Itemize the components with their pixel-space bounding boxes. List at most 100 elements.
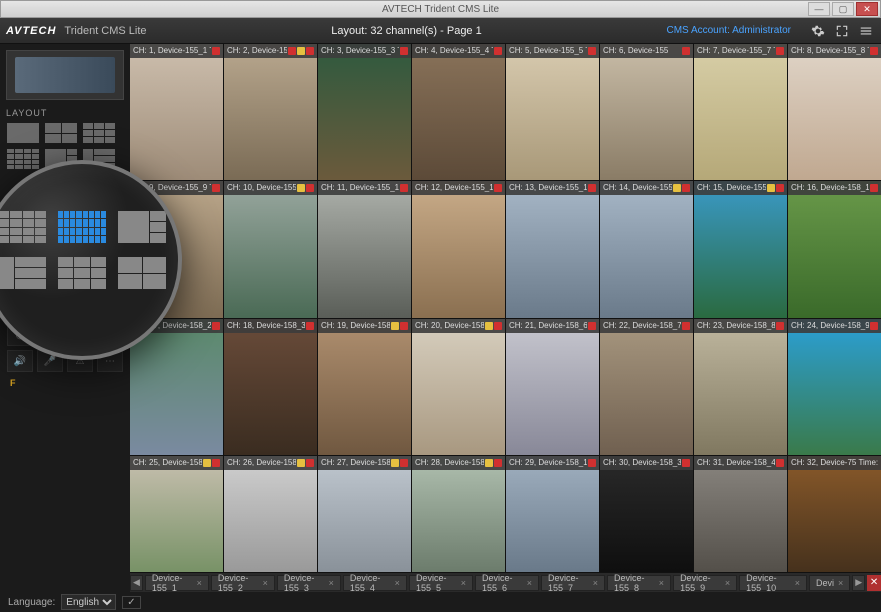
mag-layout-1plus5b[interactable] bbox=[0, 256, 47, 290]
camera-feed bbox=[318, 44, 411, 180]
device-tab[interactable]: Device-155_6 × bbox=[475, 575, 539, 591]
device-tab-label: Device-155_6 bbox=[482, 573, 523, 593]
camera-cell[interactable]: CH: 21, Device-158_6 Ti bbox=[506, 319, 599, 455]
window-titlebar: AVTECH Trident CMS Lite — ▢ ✕ bbox=[0, 0, 881, 18]
camera-cell[interactable]: CH: 13, Device-155_13 bbox=[506, 181, 599, 317]
camera-cell[interactable]: CH: 10, Device-155 bbox=[224, 181, 317, 317]
device-tab[interactable]: Device-155_9× bbox=[673, 575, 737, 591]
device-tab[interactable]: Device-155_2× bbox=[211, 575, 275, 591]
close-icon[interactable]: × bbox=[659, 578, 664, 588]
window-minimize-button[interactable]: — bbox=[808, 2, 830, 16]
camera-label: CH: 7, Device-155_7 Ti bbox=[694, 44, 787, 58]
device-tab[interactable]: Device-155_8× bbox=[607, 575, 671, 591]
camera-cell[interactable]: CH: 24, Device-158_9 Ti bbox=[788, 319, 881, 455]
close-icon[interactable]: × bbox=[395, 578, 400, 588]
record-indicator-icon bbox=[682, 459, 690, 467]
camera-label-text: CH: 31, Device-158_4 Ti bbox=[697, 456, 775, 470]
device-tab[interactable]: Device-155_1× bbox=[145, 575, 209, 591]
camera-cell[interactable]: CH: 3, Device-155_3 Ti bbox=[318, 44, 411, 180]
layout-option-1[interactable] bbox=[6, 122, 40, 144]
camera-cell[interactable]: CH: 22, Device-158_7 Ti bbox=[600, 319, 693, 455]
camera-cell[interactable]: CH: 12, Device-155_12 bbox=[412, 181, 505, 317]
camera-cell[interactable]: CH: 15, Device-155 bbox=[694, 181, 787, 317]
camera-label: CH: 8, Device-155_8 Ti bbox=[788, 44, 881, 58]
camera-label-text: CH: 22, Device-158_7 Ti bbox=[603, 319, 681, 333]
mag-layout-4[interactable] bbox=[117, 256, 167, 290]
language-label: Language: bbox=[8, 597, 55, 608]
camera-label: CH: 23, Device-158_8 Ti bbox=[694, 319, 787, 333]
camera-label-text: CH: 8, Device-155_8 Ti bbox=[791, 44, 869, 58]
motion-indicator-icon bbox=[391, 322, 399, 330]
camera-cell[interactable]: CH: 4, Device-155_4 Ti bbox=[412, 44, 505, 180]
tabs-close-all-button[interactable]: ✕ bbox=[867, 575, 881, 591]
camera-label: CH: 27, Device-158 bbox=[318, 456, 411, 470]
layout-section-label: LAYOUT bbox=[6, 108, 124, 118]
close-icon[interactable]: × bbox=[263, 578, 268, 588]
layout-option-16[interactable] bbox=[6, 148, 40, 170]
language-select[interactable]: English bbox=[61, 594, 116, 610]
close-icon[interactable]: × bbox=[329, 578, 334, 588]
device-tab[interactable]: Device-155_5× bbox=[409, 575, 473, 591]
camera-label: CH: 24, Device-158_9 Ti bbox=[788, 319, 881, 333]
device-tab[interactable]: Device-155_4× bbox=[343, 575, 407, 591]
camera-cell[interactable]: CH: 1, Device-155_1 Ti bbox=[130, 44, 223, 180]
account-link[interactable]: CMS Account: Administrator bbox=[667, 25, 792, 36]
camera-cell[interactable]: CH: 18, Device-158_3 Ti bbox=[224, 319, 317, 455]
camera-label-text: CH: 19, Device-158 bbox=[321, 319, 390, 333]
camera-cell[interactable]: CH: 11, Device-155_11 bbox=[318, 181, 411, 317]
record-indicator-icon bbox=[870, 322, 878, 330]
device-tab[interactable]: Device-155_3× bbox=[277, 575, 341, 591]
mag-layout-32-selected[interactable] bbox=[57, 210, 107, 244]
camera-feed bbox=[506, 181, 599, 317]
camera-cell[interactable]: CH: 2, Device-155_2 Ti bbox=[224, 44, 317, 180]
preview-thumbnail[interactable] bbox=[6, 50, 124, 100]
record-indicator-icon bbox=[306, 184, 314, 192]
tabs-scroll-left-button[interactable]: ◀ bbox=[130, 575, 143, 591]
record-indicator-icon bbox=[306, 322, 314, 330]
close-icon[interactable]: × bbox=[461, 578, 466, 588]
camera-cell[interactable]: CH: 23, Device-158_8 Ti bbox=[694, 319, 787, 455]
camera-cell[interactable]: CH: 5, Device-155_5 Ti bbox=[506, 44, 599, 180]
device-tab[interactable]: Device-155_10× bbox=[739, 575, 807, 591]
layout-option-9[interactable] bbox=[82, 122, 116, 144]
settings-icon[interactable] bbox=[809, 22, 827, 40]
camera-feed bbox=[788, 319, 881, 455]
mag-layout-16[interactable] bbox=[0, 210, 47, 244]
audio-button[interactable]: 🔊 bbox=[7, 350, 33, 372]
device-tab[interactable]: Device-155_7× bbox=[541, 575, 605, 591]
language-confirm-button[interactable]: ✓ bbox=[122, 596, 140, 609]
tabs-scroll-right-button[interactable]: ▶ bbox=[852, 575, 865, 591]
motion-indicator-icon bbox=[391, 459, 399, 467]
camera-feed bbox=[130, 319, 223, 455]
camera-label: CH: 28, Device-158 bbox=[412, 456, 505, 470]
camera-cell[interactable]: CH: 20, Device-158 bbox=[412, 319, 505, 455]
camera-cell[interactable]: CH: 14, Device-155 bbox=[600, 181, 693, 317]
camera-cell[interactable]: CH: 8, Device-155_8 Ti bbox=[788, 44, 881, 180]
mag-layout-9[interactable] bbox=[57, 256, 107, 290]
camera-feed bbox=[412, 319, 505, 455]
camera-label-text: CH: 32, Device-75 Time:2 bbox=[791, 456, 878, 470]
close-icon[interactable]: × bbox=[725, 578, 730, 588]
close-icon[interactable]: × bbox=[197, 578, 202, 588]
close-icon[interactable]: × bbox=[838, 578, 843, 588]
mag-layout-1plus5[interactable] bbox=[117, 210, 167, 244]
camera-cell[interactable]: CH: 19, Device-158 bbox=[318, 319, 411, 455]
camera-cell[interactable]: CH: 17, Device-158_2 Ti bbox=[130, 319, 223, 455]
device-tab[interactable]: Devi× bbox=[809, 575, 850, 591]
record-indicator-icon bbox=[494, 47, 502, 55]
menu-icon[interactable] bbox=[857, 22, 875, 40]
window-maximize-button[interactable]: ▢ bbox=[832, 2, 854, 16]
close-icon[interactable]: × bbox=[527, 578, 532, 588]
camera-cell[interactable]: CH: 6, Device-155 bbox=[600, 44, 693, 180]
camera-label: CH: 5, Device-155_5 Ti bbox=[506, 44, 599, 58]
record-indicator-icon bbox=[776, 322, 784, 330]
window-close-button[interactable]: ✕ bbox=[856, 2, 878, 16]
close-icon[interactable]: × bbox=[593, 578, 598, 588]
camera-label-text: CH: 18, Device-158_3 Ti bbox=[227, 319, 305, 333]
record-indicator-icon bbox=[870, 47, 878, 55]
layout-option-4[interactable] bbox=[44, 122, 78, 144]
camera-cell[interactable]: CH: 7, Device-155_7 Ti bbox=[694, 44, 787, 180]
fullscreen-icon[interactable] bbox=[833, 22, 851, 40]
camera-cell[interactable]: CH: 16, Device-158_1 Ti bbox=[788, 181, 881, 317]
close-icon[interactable]: × bbox=[795, 578, 800, 588]
